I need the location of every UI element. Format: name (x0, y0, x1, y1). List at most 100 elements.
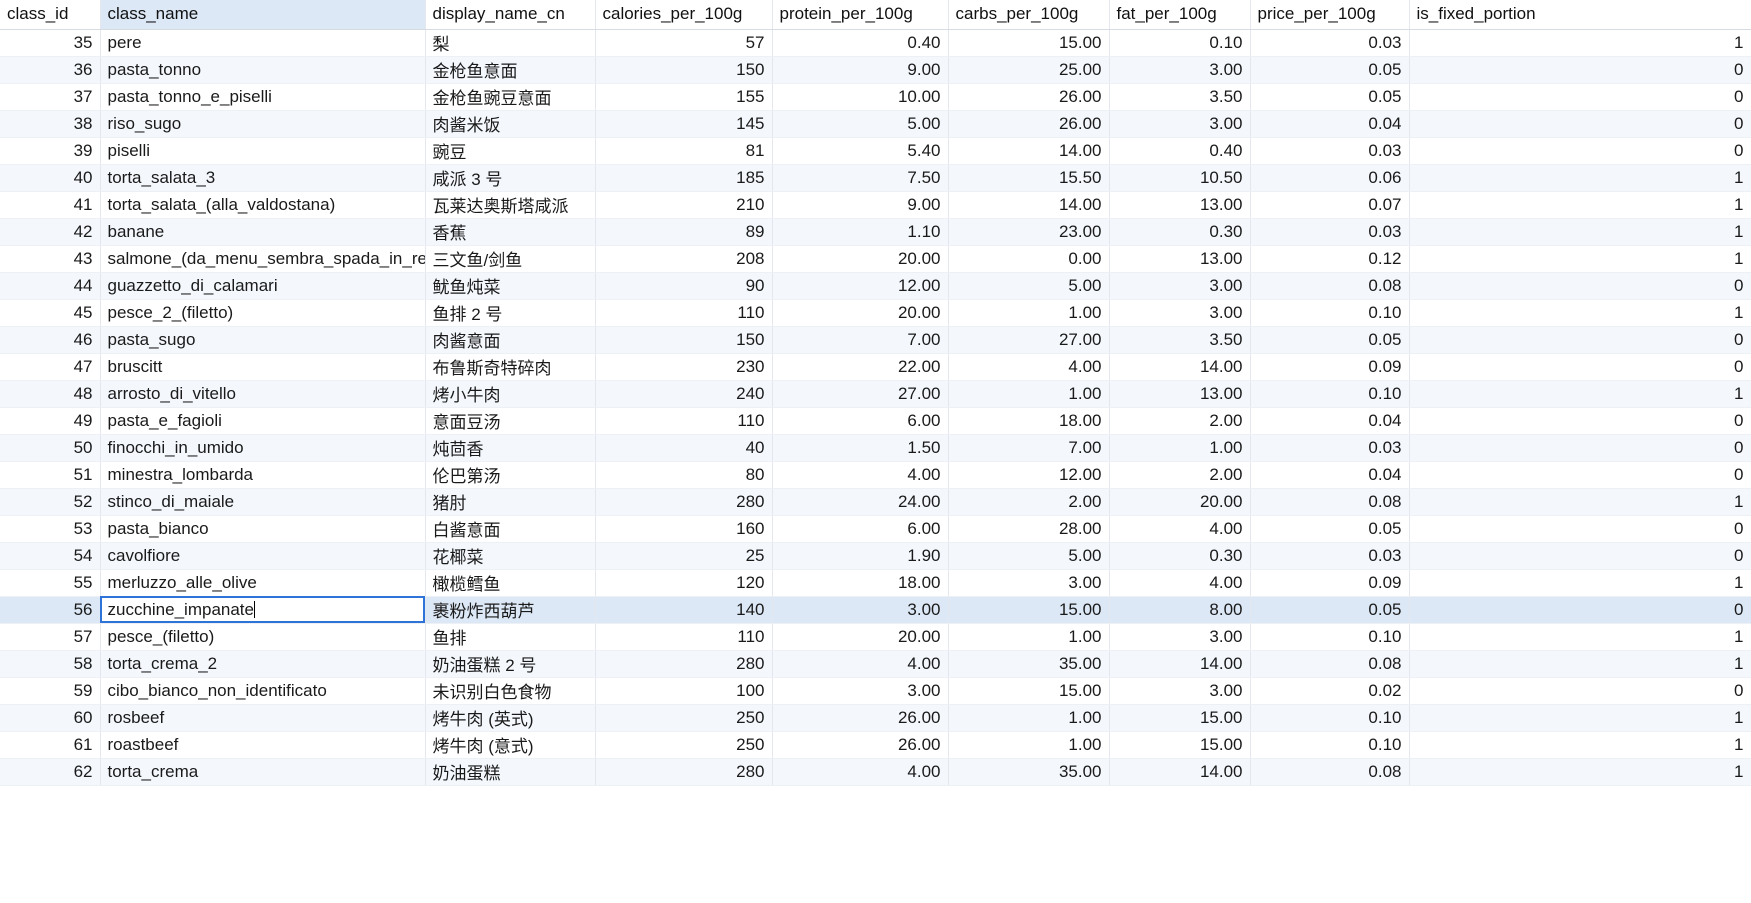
table-row[interactable]: 46 pasta_sugo 肉酱意面 150 7.00 27.00 3.50 0.05 0 (0, 326, 1751, 354)
cell-is-fixed-portion[interactable]: 0 (1409, 407, 1751, 435)
cell-display-name-cn[interactable]: 鱿鱼炖菜 (425, 272, 596, 300)
cell-class-id[interactable]: 36 (0, 56, 101, 84)
cell-protein-per-100g[interactable]: 26.00 (772, 704, 949, 732)
cell-class-id[interactable]: 41 (0, 191, 101, 219)
table-row[interactable]: 37 pasta_tonno_e_piselli 金枪鱼豌豆意面 155 10.00 26… (0, 83, 1751, 111)
cell-calories-per-100g[interactable]: 208 (595, 245, 773, 273)
cell-fat-per-100g[interactable]: 3.00 (1109, 299, 1251, 327)
cell-class-id[interactable]: 53 (0, 515, 101, 543)
cell-display-name-cn[interactable]: 花椰菜 (425, 542, 596, 570)
cell-carbs-per-100g[interactable]: 1.00 (948, 704, 1110, 732)
cell-carbs-per-100g[interactable]: 15.00 (948, 677, 1110, 705)
cell-is-fixed-portion[interactable]: 1 (1409, 650, 1751, 678)
cell-fat-per-100g[interactable]: 3.50 (1109, 326, 1251, 354)
cell-calories-per-100g[interactable]: 57 (595, 29, 773, 57)
cell-calories-per-100g[interactable]: 210 (595, 191, 773, 219)
cell-price-per-100g[interactable]: 0.08 (1250, 272, 1410, 300)
cell-price-per-100g[interactable]: 0.04 (1250, 407, 1410, 435)
cell-price-per-100g[interactable]: 0.08 (1250, 488, 1410, 516)
cell-calories-per-100g[interactable]: 40 (595, 434, 773, 462)
cell-class-name[interactable]: pasta_e_fagioli (100, 407, 426, 435)
cell-class-name[interactable]: torta_salata_3 (100, 164, 426, 192)
cell-is-fixed-portion[interactable]: 0 (1409, 272, 1751, 300)
cell-fat-per-100g[interactable]: 3.50 (1109, 83, 1251, 111)
table-row[interactable]: 44 guazzetto_di_calamari 鱿鱼炖菜 90 12.00 5.00 3.… (0, 272, 1751, 300)
cell-class-id[interactable]: 60 (0, 704, 101, 732)
cell-price-per-100g[interactable]: 0.04 (1250, 461, 1410, 489)
cell-protein-per-100g[interactable]: 1.50 (772, 434, 949, 462)
cell-display-name-cn[interactable]: 伦巴第汤 (425, 461, 596, 489)
table-row[interactable]: 42 banane 香蕉 89 1.10 23.00 0.30 0.03 1 (0, 218, 1751, 246)
cell-class-id[interactable]: 59 (0, 677, 101, 705)
cell-display-name-cn[interactable]: 白酱意面 (425, 515, 596, 543)
cell-price-per-100g[interactable]: 0.03 (1250, 434, 1410, 462)
cell-fat-per-100g[interactable]: 0.10 (1109, 29, 1251, 57)
cell-protein-per-100g[interactable]: 24.00 (772, 488, 949, 516)
cell-is-fixed-portion[interactable]: 1 (1409, 218, 1751, 246)
cell-display-name-cn[interactable]: 布鲁斯奇特碎肉 (425, 353, 596, 381)
cell-price-per-100g[interactable]: 0.07 (1250, 191, 1410, 219)
cell-class-id[interactable]: 48 (0, 380, 101, 408)
cell-carbs-per-100g[interactable]: 1.00 (948, 623, 1110, 651)
cell-protein-per-100g[interactable]: 9.00 (772, 56, 949, 84)
cell-class-id[interactable]: 54 (0, 542, 101, 570)
cell-price-per-100g[interactable]: 0.08 (1250, 650, 1410, 678)
cell-is-fixed-portion[interactable]: 0 (1409, 461, 1751, 489)
cell-calories-per-100g[interactable]: 280 (595, 650, 773, 678)
cell-display-name-cn[interactable]: 裹粉炸西葫芦 (425, 596, 596, 624)
cell-carbs-per-100g[interactable]: 1.00 (948, 380, 1110, 408)
cell-is-fixed-portion[interactable]: 1 (1409, 569, 1751, 597)
cell-carbs-per-100g[interactable]: 1.00 (948, 731, 1110, 759)
cell-price-per-100g[interactable]: 0.10 (1250, 380, 1410, 408)
cell-editor[interactable]: zucchine_impanate (100, 596, 426, 624)
cell-class-id[interactable]: 50 (0, 434, 101, 462)
cell-class-id[interactable]: 62 (0, 758, 101, 786)
cell-protein-per-100g[interactable]: 6.00 (772, 407, 949, 435)
table-row[interactable]: 53 pasta_bianco 白酱意面 160 6.00 28.00 4.00 0.05 0 (0, 515, 1751, 543)
cell-protein-per-100g[interactable]: 1.10 (772, 218, 949, 246)
cell-carbs-per-100g[interactable]: 25.00 (948, 56, 1110, 84)
cell-carbs-per-100g[interactable]: 28.00 (948, 515, 1110, 543)
table-row[interactable]: 49 pasta_e_fagioli 意面豆汤 110 6.00 18.00 2.00 0.0… (0, 407, 1751, 435)
cell-calories-per-100g[interactable]: 230 (595, 353, 773, 381)
cell-protein-per-100g[interactable]: 26.00 (772, 731, 949, 759)
cell-class-name[interactable]: finocchi_in_umido (100, 434, 426, 462)
cell-is-fixed-portion[interactable]: 0 (1409, 353, 1751, 381)
cell-fat-per-100g[interactable]: 2.00 (1109, 461, 1251, 489)
cell-is-fixed-portion[interactable]: 0 (1409, 434, 1751, 462)
cell-fat-per-100g[interactable]: 14.00 (1109, 758, 1251, 786)
cell-calories-per-100g[interactable]: 150 (595, 56, 773, 84)
cell-calories-per-100g[interactable]: 155 (595, 83, 773, 111)
cell-fat-per-100g[interactable]: 14.00 (1109, 353, 1251, 381)
cell-display-name-cn[interactable]: 肉酱意面 (425, 326, 596, 354)
cell-fat-per-100g[interactable]: 3.00 (1109, 677, 1251, 705)
cell-class-name[interactable]: pasta_tonno_e_piselli (100, 83, 426, 111)
table-row[interactable]: 61 roastbeef 烤牛肉 (意式) 250 26.00 1.00 15.00 0.10… (0, 731, 1751, 759)
cell-fat-per-100g[interactable]: 4.00 (1109, 569, 1251, 597)
cell-calories-per-100g[interactable]: 120 (595, 569, 773, 597)
column-header-display-name-cn[interactable]: display_name_cn (425, 0, 596, 30)
cell-class-id[interactable]: 61 (0, 731, 101, 759)
cell-price-per-100g[interactable]: 0.05 (1250, 596, 1410, 624)
cell-protein-per-100g[interactable]: 20.00 (772, 299, 949, 327)
cell-class-name[interactable]: pasta_bianco (100, 515, 426, 543)
cell-price-per-100g[interactable]: 0.09 (1250, 353, 1410, 381)
cell-is-fixed-portion[interactable]: 0 (1409, 83, 1751, 111)
cell-display-name-cn[interactable]: 烤小牛肉 (425, 380, 596, 408)
table-row[interactable]: 56 zucchine_impanate 裹粉炸西葫芦 140 3.00 15.00 8.0… (0, 596, 1751, 624)
cell-protein-per-100g[interactable]: 5.40 (772, 137, 949, 165)
cell-display-name-cn[interactable]: 梨 (425, 29, 596, 57)
cell-calories-per-100g[interactable]: 150 (595, 326, 773, 354)
cell-fat-per-100g[interactable]: 0.30 (1109, 218, 1251, 246)
table-row[interactable]: 57 pesce_(filetto) 鱼排 110 20.00 1.00 3.00 0.10 1 (0, 623, 1751, 651)
cell-display-name-cn[interactable]: 橄榄鳕鱼 (425, 569, 596, 597)
cell-fat-per-100g[interactable]: 3.00 (1109, 272, 1251, 300)
cell-display-name-cn[interactable]: 瓦莱达奥斯塔咸派 (425, 191, 596, 219)
cell-fat-per-100g[interactable]: 0.40 (1109, 137, 1251, 165)
cell-display-name-cn[interactable]: 未识别白色食物 (425, 677, 596, 705)
table-row[interactable]: 50 finocchi_in_umido 炖茴香 40 1.50 7.00 1.00 0.03… (0, 434, 1751, 462)
cell-class-id[interactable]: 52 (0, 488, 101, 516)
cell-price-per-100g[interactable]: 0.06 (1250, 164, 1410, 192)
cell-price-per-100g[interactable]: 0.02 (1250, 677, 1410, 705)
cell-fat-per-100g[interactable]: 13.00 (1109, 245, 1251, 273)
